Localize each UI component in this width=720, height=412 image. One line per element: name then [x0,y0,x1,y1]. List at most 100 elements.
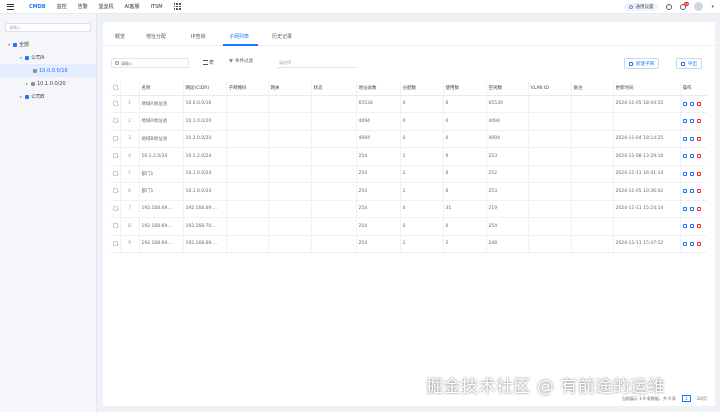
tab-overview[interactable]: 概览 [115,33,125,40]
delete-icon[interactable] [696,224,701,229]
folder-icon [25,55,29,60]
tree-node-subnet-10-1[interactable]: ▸ 10.1.0.0/20 [0,77,96,90]
user-avatar[interactable] [694,2,704,11]
table-cell: 0 [443,95,487,113]
row-checkbox[interactable] [113,188,118,194]
delete-icon[interactable] [696,119,701,124]
delete-icon[interactable] [696,241,701,246]
tab-subnet-list[interactable]: 子网列表 [229,33,249,40]
select-all-checkbox[interactable] [113,85,118,91]
table-cell [311,200,357,218]
table-row[interactable]: 5 部门1 10.1.0.0/24 254 2 0 252 2024-11-11 16:41:… [111,165,707,183]
folder-icon [25,94,29,99]
row-checkbox[interactable] [113,153,118,159]
row-checkbox[interactable] [113,223,118,229]
detail-icon[interactable] [682,154,687,159]
detail-icon[interactable] [682,224,687,229]
table-cell [613,217,681,236]
row-checkbox[interactable] [113,118,118,124]
table-row[interactable]: 9 192.168.69.... 192.168.69.... 254 2 5 248 202… [111,235,707,253]
edit-icon[interactable] [689,171,694,176]
tree-node-company-a[interactable]: ▾ 公司A [0,51,96,64]
delete-icon[interactable] [696,101,701,106]
row-select-cell [111,112,121,131]
table-cell: 10.1.0.0/20 [183,112,227,131]
table-cell: 1 [120,95,140,113]
table-row[interactable]: 6 部门1 10.1.0.0/24 254 1 0 253 2024-11-05 10:36:… [111,182,707,201]
delete-icon[interactable] [696,154,701,159]
table-row[interactable]: 1 地域A地址池 10.0.0.0/16 65534 4 0 65530 2024-11-05… [111,95,707,113]
edit-icon[interactable] [689,241,694,246]
detail-icon[interactable] [682,206,687,211]
edit-icon[interactable] [689,154,694,159]
row-checkbox[interactable] [113,170,118,176]
tree-node-subnet-10-0[interactable]: 10.0.0.0/16 [0,64,96,77]
table-cell [528,200,572,218]
edit-icon[interactable] [689,101,694,106]
nav-item-alert[interactable]: 告警 [78,3,88,10]
detail-icon[interactable] [682,241,687,246]
delete-icon[interactable] [696,136,701,141]
tab-allocation[interactable]: 地址分配 [146,33,166,40]
delete-icon[interactable] [696,171,701,176]
page-number-button[interactable]: 1 [682,395,691,402]
tree-node-label: 10.1.0.0/20 [37,80,66,87]
nav-item-monitor[interactable]: 监控 [57,3,67,10]
detail-icon[interactable] [682,136,687,141]
detail-icon[interactable] [682,101,687,106]
table-cell: 10.1.2.0/24 [183,147,227,166]
column-header-mask: 子网掩码 [226,82,269,96]
table-cell: 1 [400,147,444,166]
detail-icon[interactable] [682,189,687,194]
row-checkbox[interactable] [113,205,118,211]
search-input[interactable] [121,60,181,66]
tab-ip-query[interactable]: IP查询 [191,33,206,40]
nav-item-ai-service[interactable]: AI客服 [125,3,140,10]
detail-icon[interactable] [682,171,687,176]
tab-history[interactable]: 历史记录 [272,33,292,40]
nav-item-cmdb[interactable]: CMDB [29,4,46,10]
sidebar-search-input[interactable]: 请输入 [5,23,91,32]
create-label: 新建子网 [636,61,654,67]
row-checkbox[interactable] [113,240,118,246]
delete-icon[interactable] [696,206,701,211]
detail-icon[interactable] [682,119,687,124]
nav-item-bastion[interactable]: 堡垒机 [99,3,114,10]
edit-icon[interactable] [689,206,694,211]
column-header-remark: 备注 [571,82,614,96]
row-checkbox[interactable] [113,100,118,106]
table-cell [226,95,269,113]
table-cell [268,130,312,148]
edit-icon[interactable] [689,136,694,141]
table-row[interactable]: 4 10.1.2.0/24 10.1.2.0/24 254 1 0 253 2024-11-0… [111,147,707,166]
edit-icon[interactable] [689,189,694,194]
delete-icon[interactable] [696,189,701,194]
hamburger-menu-icon[interactable] [7,3,14,10]
table-cell: 10.1.0.0/24 [183,165,227,183]
table-row[interactable]: 8 192.168.69.... 192.168.70.... 254 0 0 254 [111,217,707,236]
table-row[interactable]: 2 地域A地址池 10.1.0.0/20 4094 0 0 4094 [111,112,707,131]
edit-icon[interactable] [689,224,694,229]
tree-node-company-b[interactable]: ▸ 公司B [0,90,96,103]
table-row[interactable]: 3 地域B地址池 10.2.0.0/20 4094 0 0 4094 2024-11-04 1… [111,130,707,148]
create-subnet-button[interactable]: 新建子网 [624,58,659,69]
filter-button[interactable]: 条件过滤 [229,58,253,64]
edit-icon[interactable] [689,119,694,124]
table-cell [311,112,357,131]
export-button[interactable]: 导出 [676,58,702,69]
settings-pill[interactable]: 通用设置 [624,2,659,11]
filter-select[interactable]: 请选择 [277,58,357,68]
table-row[interactable]: 7 192.168.69.... 192.168.69.... 254 4 31 219 20… [111,200,707,218]
help-icon[interactable] [666,3,673,10]
chevron-down-icon[interactable]: ▾ [711,4,714,10]
table-cell: 2 [120,112,140,131]
nav-item-itsm[interactable]: ITSM [151,4,163,10]
table-cell: 4 [400,95,444,113]
view-toggle[interactable]: 表 [203,59,214,66]
bell-icon[interactable]: 99 [680,1,690,10]
apps-grid-icon[interactable] [173,3,181,10]
tree-node-all[interactable]: ▾ 全部 [0,38,96,51]
row-checkbox[interactable] [113,135,118,141]
search-box[interactable] [111,58,189,68]
page-size-select[interactable]: 10/页 [697,396,707,402]
